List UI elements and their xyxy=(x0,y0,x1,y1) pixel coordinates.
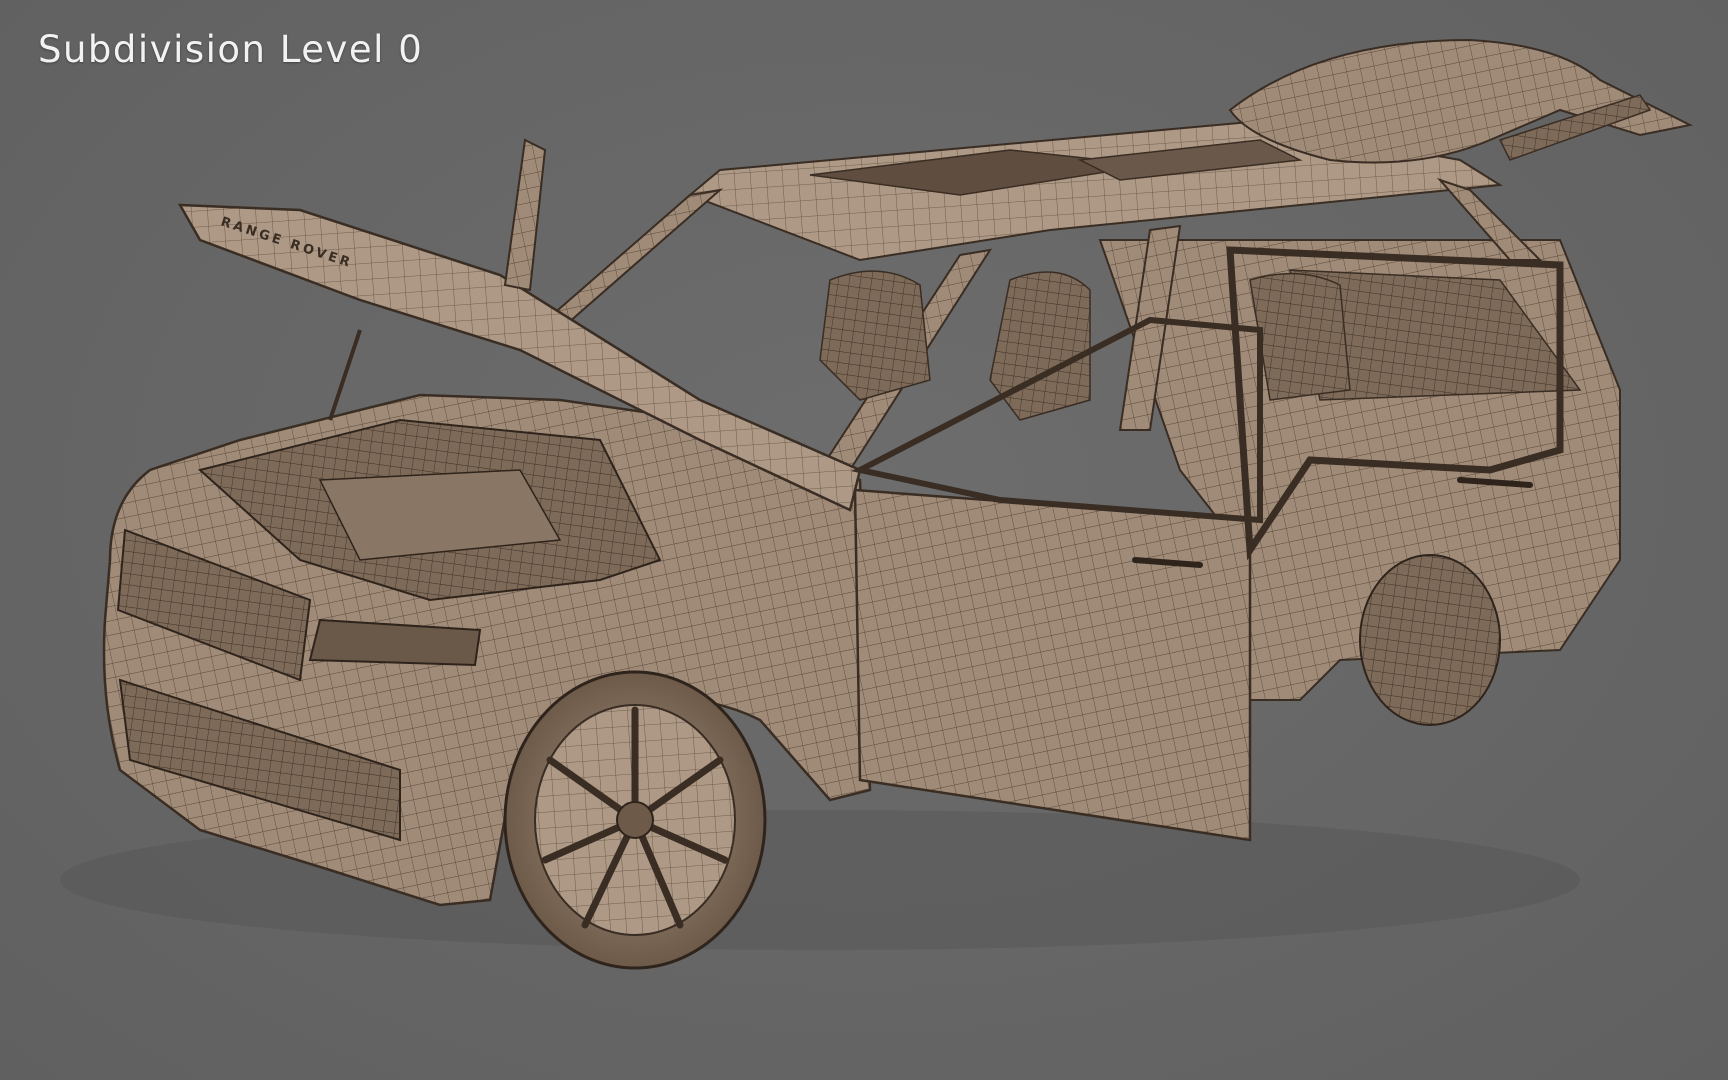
front-door-open xyxy=(503,138,547,292)
front-wheel xyxy=(503,670,767,970)
viewport[interactable]: Subdivision Level 0 RANGE ROVER xyxy=(0,0,1728,1080)
car-wireframe-model: RANGE ROVER xyxy=(60,38,1694,970)
rear-wheel xyxy=(1359,554,1501,726)
interior-seats xyxy=(819,270,1351,421)
tailgate xyxy=(1228,38,1694,164)
